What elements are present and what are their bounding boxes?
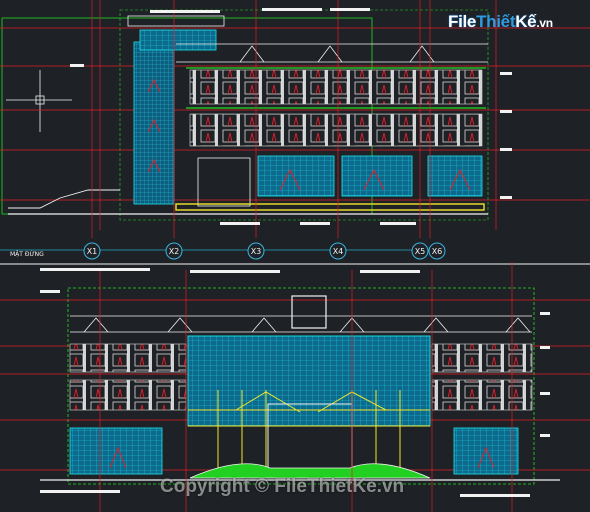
stair-outline	[8, 189, 120, 209]
cad-drawing-canvas[interactable]: MẶT ĐỨNG X1 X2 X3 X4 X5 X6	[0, 0, 590, 512]
lower-right-glass	[453, 427, 519, 475]
window-band-2	[189, 113, 483, 147]
crosshair-cursor-icon	[6, 70, 72, 132]
axis-label-x6: X6	[432, 247, 443, 256]
logo-part-file: File	[448, 12, 477, 31]
axis-label-x5: X5	[415, 247, 426, 256]
lower-left-glass	[69, 427, 163, 475]
upper-elevation	[0, 0, 590, 238]
axis-bubble-icon[interactable]: X1	[83, 242, 101, 260]
upper-caption: MẶT ĐỨNG	[10, 251, 44, 258]
axis-label-x2: X2	[169, 247, 180, 256]
glass-tower	[133, 41, 175, 205]
window-band-1	[189, 69, 483, 105]
lower-trusses	[70, 315, 532, 333]
copyright-watermark: Copyright © FileThietKe.vn	[160, 476, 405, 497]
axis-bubble-icon[interactable]: X3	[247, 242, 265, 260]
left-windows-2	[69, 379, 187, 411]
roof-trusses	[176, 43, 488, 63]
tower-top	[139, 29, 217, 51]
logo-part-ke: Kế	[515, 12, 537, 31]
axis-label-x1: X1	[87, 247, 98, 256]
right-windows-2	[431, 379, 533, 411]
right-windows-1	[431, 343, 533, 373]
filethietke-logo[interactable]: FileThiếtKế.vn	[448, 12, 553, 32]
entrance-void	[197, 157, 251, 207]
axis-bubble-icon[interactable]: X2	[165, 242, 183, 260]
glass-panel-a	[257, 155, 335, 197]
axis-bubble-icon[interactable]: X6	[428, 242, 446, 260]
central-cap	[291, 295, 327, 329]
lower-elevation	[0, 262, 590, 512]
lower-marks	[109, 446, 495, 469]
central-glass	[187, 335, 431, 427]
glass-panel-c	[427, 155, 483, 197]
left-windows-1	[69, 343, 187, 373]
axis-label-x3: X3	[251, 247, 262, 256]
tower-crown	[127, 15, 225, 27]
logo-part-thiet: Thiết	[476, 12, 516, 31]
logo-part-vn: .vn	[536, 16, 553, 30]
axis-bubbles: X1 X2 X3 X4 X5 X6	[0, 242, 446, 260]
axis-label-x4: X4	[333, 247, 344, 256]
base-band	[175, 203, 485, 211]
axis-bubble-icon[interactable]: X4	[329, 242, 347, 260]
axis-bubble-icon[interactable]: X5	[411, 242, 429, 260]
